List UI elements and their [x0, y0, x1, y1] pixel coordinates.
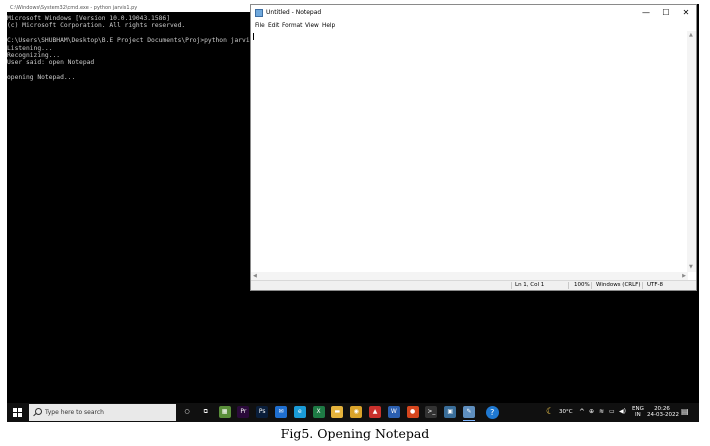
status-line-ending: Windows (CRLF) [596, 282, 641, 288]
cmd-line: (c) Microsoft Corporation. All rights re… [7, 22, 186, 30]
photoshop-icon[interactable]: Ps [256, 406, 269, 418]
notepad-window[interactable]: Untitled - Notepad — ☐ ✕ File Edit Forma… [250, 4, 697, 291]
notepad-title: Untitled - Notepad [266, 9, 322, 16]
search-icon [35, 408, 42, 415]
clock[interactable]: 20:26 24-03-2022 [647, 406, 679, 418]
file-explorer-icon[interactable]: ▬ [331, 406, 344, 418]
cmd-line [7, 67, 250, 74]
minimize-button[interactable]: — [637, 7, 655, 19]
cortana-icon[interactable]: ○ [181, 406, 193, 418]
cmd-output[interactable]: Microsoft Windows [Version 10.0.19043.15… [7, 15, 269, 82]
scroll-down-icon[interactable]: ▼ [689, 265, 693, 270]
media-player-icon[interactable]: ● [406, 406, 419, 418]
menu-format[interactable]: Format [282, 22, 302, 31]
menu-view[interactable]: View [305, 22, 319, 31]
excel-icon[interactable]: X [312, 406, 325, 418]
status-encoding: UTF-8 [647, 282, 664, 288]
menu-file[interactable]: File [255, 22, 265, 31]
chrome-icon[interactable]: ◉ [350, 406, 363, 418]
scroll-right-icon[interactable]: ▶ [682, 274, 686, 279]
pdf-reader-icon[interactable]: ▲ [369, 406, 381, 418]
premiere-pro-icon[interactable]: Pr [237, 406, 250, 418]
figure-caption: Fig5. Opening Notepad [280, 426, 430, 441]
search-placeholder: Type here to search [45, 409, 104, 416]
notepad-status-bar: Ln 1, Col 1 100% Windows (CRLF) UTF-8 [251, 280, 696, 290]
cmd-line: Recognizing... [7, 51, 61, 59]
maximize-button[interactable]: ☐ [657, 7, 675, 19]
menu-help[interactable]: Help [322, 22, 335, 31]
close-button[interactable]: ✕ [677, 7, 695, 19]
cmd-line [7, 30, 250, 37]
cmd-line: opening Notepad... [7, 74, 76, 82]
taskbar: Type here to search ○ ⧉ ▦ Pr Ps ✉ e X ▬ ◉ ▲ W ● >_ ▣ ✎?… [7, 403, 699, 422]
word-icon[interactable]: W [387, 406, 400, 418]
desktop-screen: C:\Windows\System32\cmd.exe - python jar… [7, 4, 699, 422]
notepad-menu-bar: File Edit Format View Help [251, 22, 696, 31]
windows-start-icon[interactable] [13, 408, 23, 418]
cmd-line: Listening... [7, 44, 53, 52]
vertical-scrollbar[interactable]: ▲ ▼ [687, 31, 696, 272]
image-viewer-icon[interactable]: ▣ [444, 406, 457, 418]
mail-icon[interactable]: ✉ [275, 406, 287, 418]
weather-temperature[interactable]: 30°C [559, 409, 573, 415]
volume-icon[interactable]: ◀) [619, 408, 626, 415]
scroll-up-icon[interactable]: ▲ [689, 33, 693, 38]
cmd-line: C:\Users\SHUBHAM\Desktop\B.E Project Doc… [7, 37, 269, 45]
terminal-icon[interactable]: >_ [425, 406, 438, 418]
network-icon[interactable]: ⊕ [589, 408, 594, 415]
minecraft-icon[interactable]: ▦ [218, 406, 231, 418]
battery-icon[interactable]: ▭ [609, 408, 615, 415]
cmd-line: User said: open Notepad [7, 59, 95, 67]
notepad-icon[interactable]: ✎ [463, 406, 475, 421]
notepad-title-bar[interactable]: Untitled - Notepad — ☐ ✕ [251, 5, 696, 22]
cmd-window-title[interactable]: C:\Windows\System32\cmd.exe - python jar… [7, 4, 250, 12]
help-icon[interactable]: ? [485, 406, 499, 419]
text-caret [253, 33, 254, 40]
show-hidden-icons-icon[interactable]: ^ [579, 408, 585, 416]
wifi-icon[interactable]: ≋ [599, 408, 604, 415]
menu-edit[interactable]: Edit [268, 22, 279, 31]
weather-icon[interactable]: ☾ [546, 407, 554, 417]
notepad-icon [255, 9, 263, 17]
edge-icon[interactable]: e [293, 406, 306, 418]
task-view-icon[interactable]: ⧉ [199, 406, 212, 418]
cmd-line: Microsoft Windows [Version 10.0.19043.15… [7, 15, 171, 22]
taskbar-search-box[interactable]: Type here to search [29, 404, 176, 421]
status-cursor-position: Ln 1, Col 1 [515, 282, 545, 288]
scroll-left-icon[interactable]: ◀ [253, 274, 257, 279]
notepad-text-area[interactable] [251, 31, 688, 272]
language-indicator[interactable]: ENG IN [632, 406, 644, 418]
notification-icon[interactable]: ▤ [681, 407, 689, 416]
status-zoom: 100% [574, 282, 590, 288]
clock-date: 24-03-2022 [647, 412, 679, 418]
language-line2: IN [635, 412, 641, 418]
